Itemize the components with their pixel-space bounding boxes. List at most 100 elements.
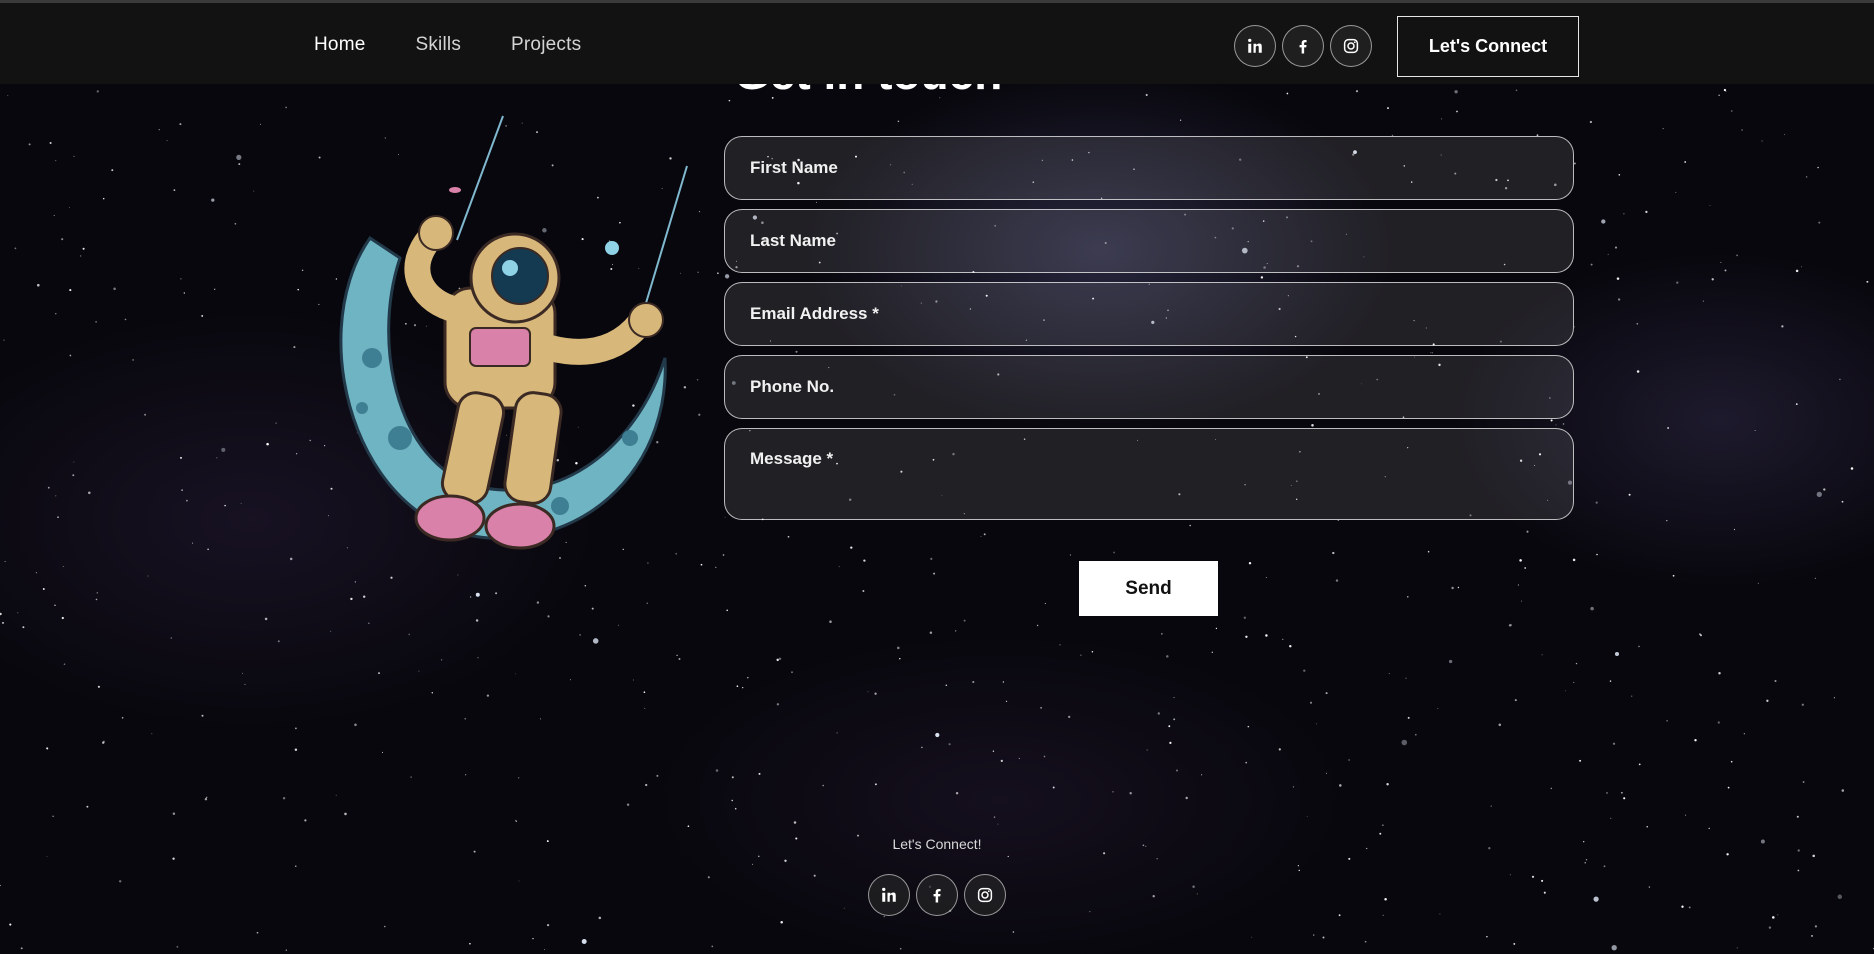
star [1648, 886, 1651, 888]
star [1802, 781, 1805, 783]
star [874, 692, 877, 695]
star [1572, 558, 1576, 562]
star [80, 255, 82, 257]
header-social-links [1234, 25, 1372, 67]
nav-home-link[interactable]: Home [314, 34, 365, 56]
top-navigation-bar: Home Skills Projects Let's Connect [0, 0, 1874, 84]
star [1156, 858, 1158, 860]
star [1405, 677, 1407, 679]
star [813, 874, 816, 877]
star [1441, 118, 1443, 120]
star [344, 812, 347, 816]
star [780, 921, 783, 924]
star [266, 442, 269, 446]
star [464, 717, 466, 720]
linkedin-icon [1248, 38, 1262, 53]
star [1113, 551, 1116, 554]
star [1335, 579, 1339, 582]
star [9, 923, 12, 926]
star [1717, 721, 1720, 724]
lets-connect-button[interactable]: Let's Connect [1397, 16, 1579, 77]
email-input[interactable] [724, 282, 1574, 346]
star [1768, 926, 1772, 929]
star [1811, 934, 1813, 937]
star [1711, 278, 1714, 281]
star [63, 663, 66, 666]
star [172, 812, 176, 815]
star [1043, 755, 1046, 758]
star [1325, 692, 1328, 695]
star [945, 684, 948, 687]
star [1573, 681, 1575, 683]
star [687, 825, 690, 828]
star [997, 823, 999, 825]
star [285, 106, 287, 109]
star [7, 94, 9, 96]
first-name-input[interactable] [724, 136, 1574, 200]
star [1688, 906, 1691, 909]
star [1514, 699, 1517, 702]
message-input[interactable] [724, 428, 1574, 520]
star [1173, 696, 1175, 698]
star [97, 685, 101, 688]
star [207, 548, 209, 551]
star [368, 622, 370, 624]
nav-links: Home Skills Projects [314, 3, 581, 87]
star [181, 489, 183, 491]
star [3, 339, 5, 341]
header-facebook-button[interactable] [1282, 25, 1324, 67]
star [121, 717, 124, 719]
star [715, 769, 719, 772]
nav-skills-link[interactable]: Skills [415, 34, 461, 56]
star [264, 617, 268, 621]
footer-linkedin-button[interactable] [868, 874, 910, 916]
star [61, 616, 64, 620]
star [1702, 300, 1704, 302]
star [216, 457, 218, 459]
star [1407, 716, 1410, 719]
send-button[interactable]: Send [1079, 561, 1218, 616]
star [221, 447, 226, 452]
star [546, 923, 550, 927]
star [1761, 140, 1763, 142]
star [1617, 298, 1621, 301]
star [544, 949, 546, 950]
star [1326, 772, 1327, 774]
star [1614, 651, 1620, 657]
star [465, 774, 467, 776]
last-name-input[interactable] [724, 209, 1574, 273]
star [1672, 574, 1675, 577]
star [238, 163, 241, 166]
star [1666, 519, 1668, 522]
star [1520, 600, 1523, 602]
star [1282, 638, 1284, 641]
star [539, 718, 542, 720]
star [102, 197, 105, 200]
star [1646, 826, 1648, 828]
star [863, 559, 866, 562]
star [1112, 791, 1114, 793]
header-linkedin-button[interactable] [1234, 25, 1276, 67]
star [1733, 528, 1736, 531]
footer-instagram-button[interactable] [964, 874, 1006, 916]
star [147, 575, 149, 577]
star [124, 318, 127, 321]
astronaut-on-moon-illustration [339, 115, 688, 550]
star [236, 154, 242, 160]
header-instagram-button[interactable] [1330, 25, 1372, 67]
star [726, 609, 729, 612]
nav-projects-link[interactable]: Projects [511, 34, 581, 56]
star [1005, 700, 1008, 703]
phone-input[interactable] [724, 355, 1574, 419]
star [1590, 606, 1594, 611]
star [829, 620, 832, 623]
star [1543, 891, 1546, 894]
star [1636, 370, 1640, 373]
footer-facebook-button[interactable] [916, 874, 958, 916]
star [1382, 914, 1384, 916]
star [72, 474, 75, 477]
star [1620, 791, 1623, 794]
star [61, 238, 64, 241]
footer-social-links [868, 874, 1006, 916]
star [1303, 669, 1306, 672]
